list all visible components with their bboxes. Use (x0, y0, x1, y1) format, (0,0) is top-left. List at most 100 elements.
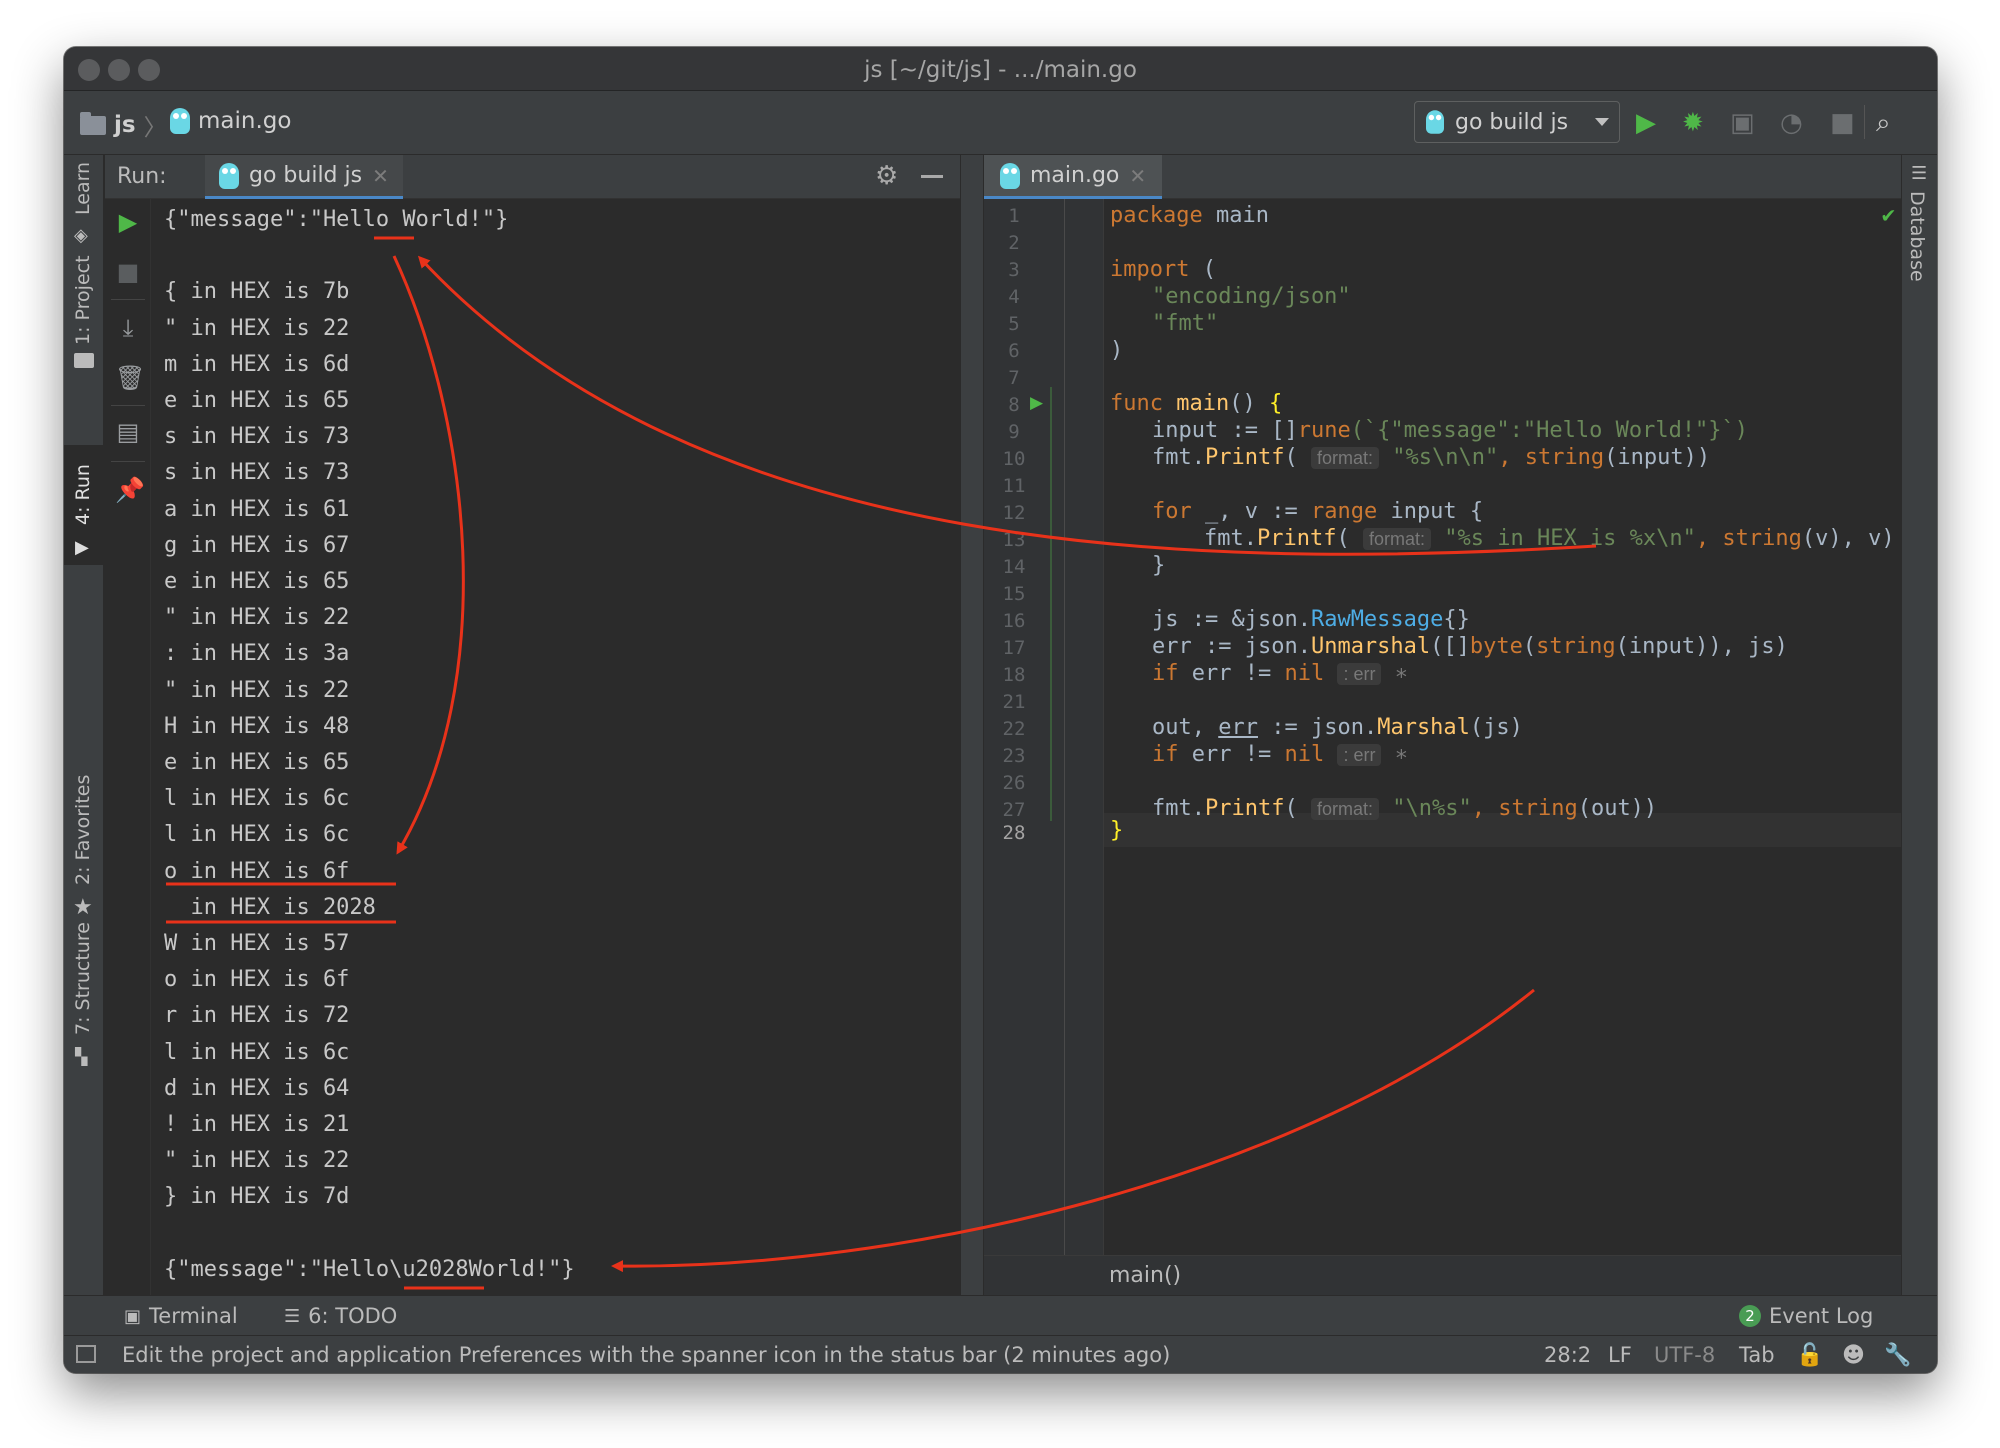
run-configuration-select[interactable]: go build js (1414, 101, 1620, 143)
pin-icon[interactable]: 📌 (115, 477, 145, 503)
console-output[interactable]: {"message":"Hello World!"} { in HEX is 7b… (164, 199, 954, 1299)
divider (111, 405, 145, 406)
line-number: 26 (1002, 772, 1026, 794)
code-editor[interactable]: ✔ package main import ( "encoding/json" … (1104, 199, 1901, 1255)
profile-icon[interactable]: ◔ (1780, 109, 1803, 137)
line-number: 12 (1002, 502, 1026, 524)
editor-breadcrumb-bar: main() (984, 1255, 1901, 1295)
line-number: 8 (1008, 394, 1020, 416)
run-with-coverage-icon[interactable]: ▣ (1730, 109, 1755, 137)
rerun-icon[interactable]: ▶ (115, 209, 141, 235)
code-line-9: input := []rune(`{"message":"Hello World… (1152, 418, 1749, 443)
toggle-tool-windows-icon[interactable] (76, 1345, 96, 1363)
event-log-button[interactable]: 2 Event Log (1739, 1304, 1873, 1328)
file-encoding[interactable]: UTF-8 (1654, 1343, 1715, 1367)
editor-tabs: main.go ✕ (984, 155, 1901, 199)
divider (111, 461, 145, 462)
function-breadcrumb[interactable]: main() (1109, 1263, 1181, 1288)
tool-database[interactable]: Database (1906, 191, 1928, 282)
stop-icon[interactable]: ■ (1830, 109, 1855, 137)
navigation-bar: js 〉 main.go go build js ▶ ✹ ▣ ◔ ■ ⌕ (64, 91, 1937, 155)
caret-position[interactable]: 28:2 (1544, 1343, 1591, 1367)
database-icon: ☰ (1911, 163, 1928, 184)
line-number: 2 (1008, 232, 1020, 254)
line-number: 15 (1002, 583, 1026, 605)
console-line: " in HEX is 22 (164, 605, 350, 631)
console-line: } in HEX is 7d (164, 1184, 350, 1210)
search-icon[interactable]: ⌕ (1876, 109, 1891, 137)
tool-favorites[interactable]: 2: Favorites (72, 775, 94, 885)
indent-setting[interactable]: Tab (1739, 1343, 1775, 1367)
divider (111, 299, 145, 300)
code-line-10: fmt.Printf( format: "%s\n\n", string(inp… (1152, 445, 1711, 470)
panel-splitter[interactable] (960, 155, 984, 1295)
right-tool-strip: ☰ Database (1901, 155, 1937, 1295)
console-line: ! in HEX is 21 (164, 1112, 350, 1137)
console-line: a in HEX is 61 (164, 496, 350, 522)
line-number: 5 (1008, 313, 1020, 335)
debug-icon[interactable]: ✹ (1682, 109, 1704, 137)
line-number: 14 (1002, 556, 1026, 578)
wrench-icon[interactable]: 🔧 (1884, 1343, 1911, 1368)
console-line: m in HEX is 6d (164, 351, 350, 377)
line-number: 17 (1002, 637, 1026, 659)
line-number: 16 (1002, 610, 1026, 632)
fold-guide (1064, 199, 1065, 1255)
tool-project[interactable]: 1: Project (72, 255, 94, 345)
line-number: 28 (1002, 822, 1026, 844)
hide-panel-icon[interactable] (921, 175, 943, 178)
lock-icon[interactable]: 🔓 (1796, 1343, 1823, 1368)
code-line-17: err := json.Unmarshal([]byte(string(inpu… (1152, 634, 1788, 659)
inspector-icon[interactable]: ☻ (1842, 1343, 1865, 1368)
stop-icon[interactable]: ■ (115, 259, 141, 285)
toolbar-divider (1864, 105, 1865, 139)
code-line-6: ) (1110, 338, 1124, 363)
console-line: e in HEX is 65 (164, 750, 350, 775)
line-number: 27 (1002, 799, 1026, 821)
console-line: o in HEX is 6f (164, 858, 350, 884)
event-count-badge: 2 (1739, 1305, 1761, 1327)
go-config-icon (219, 162, 239, 189)
go-config-icon (1426, 110, 1444, 134)
line-number: 11 (1002, 475, 1026, 497)
run-tab[interactable]: go build js ✕ (205, 155, 403, 199)
gear-icon[interactable]: ⚙ (875, 161, 898, 191)
close-icon[interactable]: ✕ (372, 164, 389, 188)
status-bar: Edit the project and application Prefere… (64, 1335, 1937, 1373)
breadcrumb-project[interactable]: js 〉 (80, 108, 167, 142)
code-line-22: out, err := json.Marshal(js) (1152, 715, 1523, 740)
left-tool-strip: Learn ◈ 1: Project 4: Run ▶ 2: Favorites… (64, 155, 104, 1295)
tool-learn[interactable]: Learn (72, 162, 94, 215)
line-number: 21 (1002, 691, 1026, 713)
console-line: g in HEX is 67 (164, 532, 350, 558)
tool-structure[interactable]: 7: Structure (72, 922, 94, 1035)
console-line: : in HEX is 3a (164, 641, 350, 667)
console-line: s in HEX is 73 (164, 460, 350, 486)
code-line-13: fmt.Printf( format: "%s in HEX is %x\n",… (1204, 526, 1895, 551)
layout-icon[interactable]: ▤ (115, 419, 141, 445)
tool-run-active[interactable]: 4: Run ▶ (64, 445, 104, 565)
status-message[interactable]: Edit the project and application Prefere… (122, 1343, 1170, 1367)
console-line: {"message":"Hello World!"} (164, 207, 509, 232)
console-line: " in HEX is 22 (164, 677, 350, 703)
close-icon[interactable]: ✕ (1129, 164, 1146, 188)
console-line: l in HEX is 6c (164, 786, 350, 812)
scroll-to-end-icon[interactable]: ⤓ (115, 315, 141, 341)
trash-icon[interactable]: 🗑 (115, 365, 145, 391)
line-separator[interactable]: LF (1608, 1343, 1632, 1367)
line-number: 4 (1008, 286, 1020, 308)
line-number: 3 (1008, 259, 1020, 281)
console-line: " in HEX is 22 (164, 1148, 350, 1174)
learn-icon: ◈ (74, 225, 88, 246)
terminal-tool-button[interactable]: ▣ Terminal (124, 1304, 238, 1328)
run-icon[interactable]: ▶ (1636, 109, 1656, 137)
bottom-tool-bar: ▣ Terminal ☰ 6: TODO 2 Event Log (64, 1295, 1937, 1335)
code-line-27: fmt.Printf( format: "\n%s", string(out)) (1152, 796, 1658, 821)
window-title: js [~/git/js] - .../main.go (864, 57, 1137, 83)
code-line-23: if err != nil : err ∗ (1152, 742, 1408, 767)
breadcrumb-file[interactable]: main.go (170, 108, 291, 134)
tab-main-go[interactable]: main.go ✕ (984, 155, 1163, 199)
list-icon: ☰ (284, 1305, 301, 1327)
console-line: e in HEX is 65 (164, 388, 350, 413)
todo-tool-button[interactable]: ☰ 6: TODO (284, 1304, 397, 1328)
